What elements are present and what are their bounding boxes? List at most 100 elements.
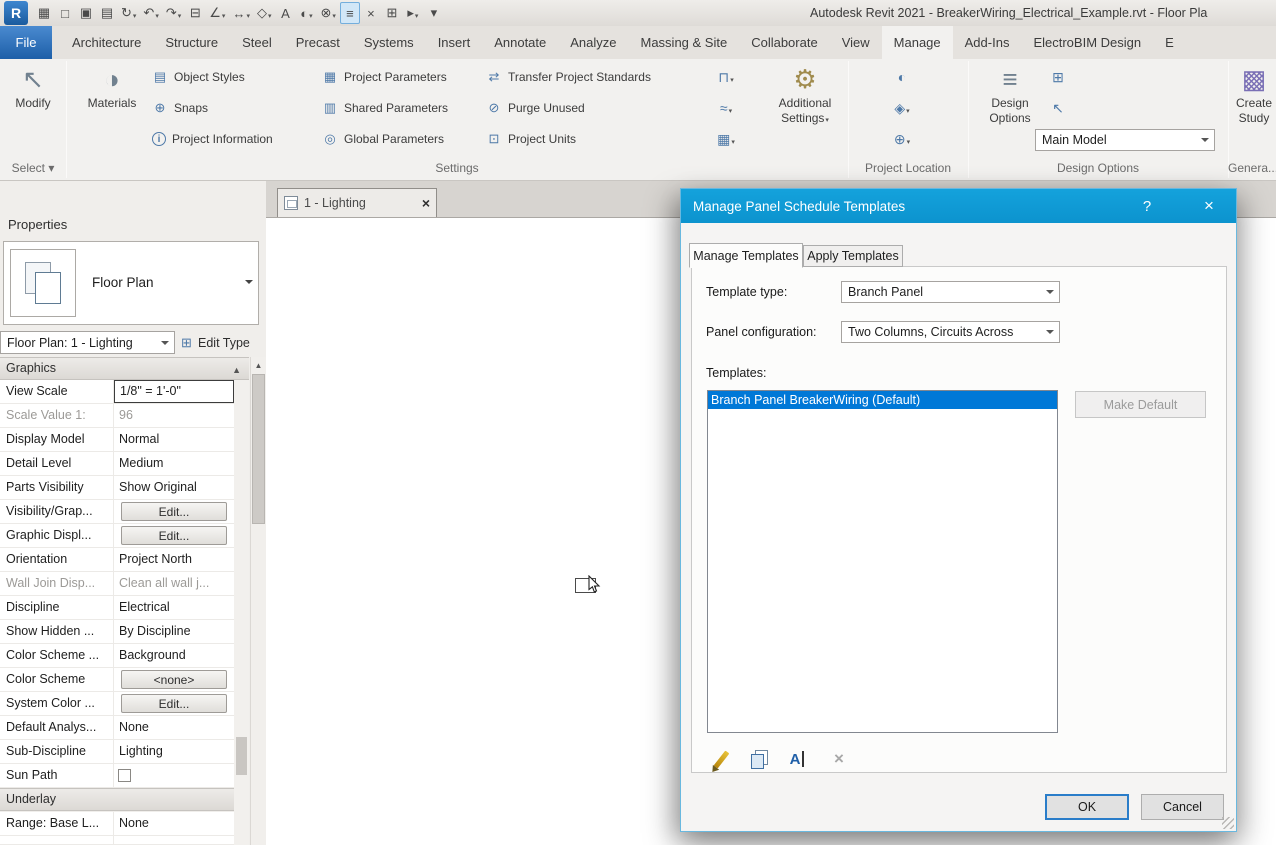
tab-manage-templates[interactable]: Manage Templates bbox=[689, 243, 803, 268]
sub-discipline-value[interactable]: Lighting bbox=[114, 740, 234, 763]
template-list-item[interactable]: Branch Panel BreakerWiring (Default) bbox=[708, 391, 1057, 409]
tab-annotate[interactable]: Annotate bbox=[482, 26, 558, 59]
location-button[interactable]: ◐ bbox=[886, 64, 918, 90]
thin-lines-icon[interactable]: ≡ bbox=[340, 2, 360, 24]
sync-icon[interactable]: ↻ bbox=[118, 2, 139, 24]
mep-settings-button[interactable]: ≈ bbox=[710, 95, 742, 121]
tag-icon[interactable]: ◇ bbox=[254, 2, 275, 24]
pick-to-edit-button[interactable]: ↖ bbox=[1042, 95, 1074, 121]
tab-architecture[interactable]: Architecture bbox=[60, 26, 153, 59]
position-button[interactable]: ⊕ bbox=[886, 126, 918, 152]
tab-structure[interactable]: Structure bbox=[153, 26, 230, 59]
panel-schedule-templates-button[interactable]: ▦ bbox=[710, 126, 742, 152]
save-icon[interactable]: ▤ bbox=[97, 2, 117, 24]
palette-scrollbar[interactable]: ▲ bbox=[250, 357, 266, 845]
section-icon[interactable]: ⊗ bbox=[317, 2, 338, 24]
select-group-label[interactable]: Select ▾ bbox=[0, 158, 66, 179]
revit-logo[interactable]: R bbox=[4, 1, 28, 25]
panel-configuration-select[interactable]: Two Columns, Circuits Across bbox=[841, 321, 1060, 343]
materials-button[interactable]: ◑ Materials bbox=[84, 63, 140, 141]
delete-template-button[interactable]: × bbox=[824, 744, 854, 774]
rename-template-button[interactable]: A bbox=[782, 744, 812, 774]
global-parameters-button[interactable]: ◎ Global Parameters bbox=[322, 127, 444, 151]
templates-listbox[interactable]: Branch Panel BreakerWiring (Default) bbox=[707, 390, 1058, 733]
text-icon[interactable]: A bbox=[275, 2, 295, 24]
show-hidden-lines-value[interactable]: By Discipline bbox=[114, 620, 234, 643]
project-information-button[interactable]: i Project Information bbox=[152, 127, 273, 151]
switch-windows-icon[interactable]: ▸ bbox=[403, 2, 423, 24]
type-selector[interactable]: Floor Plan bbox=[3, 241, 259, 325]
worksharing-display-icon[interactable]: ▦ bbox=[34, 2, 54, 24]
display-model-value[interactable]: Normal bbox=[114, 428, 234, 451]
tab-electrobim-design[interactable]: ElectroBIM Design bbox=[1021, 26, 1153, 59]
tab-systems[interactable]: Systems bbox=[352, 26, 426, 59]
visibility-graphics-edit-button[interactable]: Edit... bbox=[121, 502, 227, 521]
close-hidden-windows-icon[interactable]: × bbox=[361, 2, 381, 24]
undo-icon[interactable]: ↶ bbox=[140, 2, 161, 24]
scroll-up-icon[interactable]: ▲ bbox=[251, 357, 266, 373]
modify-button[interactable]: ↖ Modify bbox=[8, 63, 58, 141]
color-scheme-button[interactable]: <none> bbox=[121, 670, 227, 689]
help-button[interactable]: ? bbox=[1133, 189, 1161, 223]
instance-selector[interactable]: Floor Plan: 1 - Lighting bbox=[0, 331, 175, 354]
project-units-button[interactable]: ⊡ Project Units bbox=[486, 127, 576, 151]
create-study-button[interactable]: ▩ Create Study bbox=[1234, 63, 1274, 153]
active-design-option-select[interactable]: Main Model bbox=[1035, 129, 1215, 151]
discipline-value[interactable]: Electrical bbox=[114, 596, 234, 619]
table-scrollbar[interactable] bbox=[234, 380, 249, 845]
tab-manage[interactable]: Manage bbox=[882, 26, 953, 59]
resize-grip[interactable] bbox=[1222, 817, 1234, 829]
ok-button[interactable]: OK bbox=[1045, 794, 1129, 820]
cancel-button[interactable]: Cancel bbox=[1141, 794, 1224, 820]
default-3d-view-icon[interactable]: ◐ bbox=[296, 2, 316, 24]
orientation-value[interactable]: Project North bbox=[114, 548, 234, 571]
template-type-select[interactable]: Branch Panel bbox=[841, 281, 1060, 303]
shared-parameters-button[interactable]: ▥ Shared Parameters bbox=[322, 96, 448, 120]
coordinates-button[interactable]: ◈ bbox=[886, 95, 918, 121]
system-color-schemes-edit-button[interactable]: Edit... bbox=[121, 694, 227, 713]
additional-settings-button[interactable]: ⚙ Additional Settings bbox=[765, 63, 845, 153]
view-scale-value[interactable]: 1/8" = 1'-0" bbox=[114, 380, 234, 403]
scrollbar-thumb[interactable] bbox=[236, 737, 247, 775]
transfer-project-standards-button[interactable]: ⇄ Transfer Project Standards bbox=[486, 65, 651, 89]
make-default-button[interactable]: Make Default bbox=[1075, 391, 1206, 418]
object-styles-button[interactable]: ▤ Object Styles bbox=[152, 65, 245, 89]
structural-settings-button[interactable]: ⊓ bbox=[710, 64, 742, 90]
tab-insert[interactable]: Insert bbox=[426, 26, 483, 59]
close-button[interactable]: × bbox=[1192, 189, 1226, 223]
aligned-dimension-icon[interactable]: ↔ bbox=[229, 2, 253, 24]
tab-file[interactable]: File bbox=[0, 26, 52, 59]
add-to-set-button[interactable]: ⊞ bbox=[1042, 64, 1074, 90]
print-icon[interactable]: ⊟ bbox=[185, 2, 205, 24]
tab-partial[interactable]: E bbox=[1153, 26, 1186, 59]
duplicate-template-button[interactable] bbox=[744, 744, 774, 774]
color-scheme-location-value[interactable]: Background bbox=[114, 644, 234, 667]
tab-add-ins[interactable]: Add-Ins bbox=[953, 26, 1022, 59]
customize-qat-icon[interactable]: ▾ bbox=[424, 2, 444, 24]
tab-collaborate[interactable]: Collaborate bbox=[739, 26, 830, 59]
project-parameters-button[interactable]: ▦ Project Parameters bbox=[322, 65, 447, 89]
tab-precast[interactable]: Precast bbox=[284, 26, 352, 59]
tile-windows-icon[interactable]: ⊞ bbox=[382, 2, 402, 24]
graphics-section-header[interactable]: Graphics ▲ bbox=[0, 357, 249, 380]
underlay-section-header[interactable]: Underlay ▲ bbox=[0, 788, 249, 811]
design-options-button[interactable]: ≡ Design Options bbox=[982, 63, 1038, 153]
open-file-icon[interactable]: ▣ bbox=[76, 2, 96, 24]
redo-icon[interactable]: ↷ bbox=[163, 2, 184, 24]
default-analysis-display-value[interactable]: None bbox=[114, 716, 234, 739]
tab-apply-templates[interactable]: Apply Templates bbox=[803, 245, 903, 267]
sun-path-checkbox[interactable] bbox=[118, 769, 131, 782]
tab-analyze[interactable]: Analyze bbox=[558, 26, 628, 59]
close-icon[interactable]: × bbox=[422, 196, 430, 210]
purge-unused-button[interactable]: ⊘ Purge Unused bbox=[486, 96, 585, 120]
view-tab-1-lighting[interactable]: 1 - Lighting × bbox=[277, 188, 437, 217]
range-base-level-value[interactable]: None bbox=[114, 812, 234, 835]
measure-icon[interactable]: ∠ bbox=[206, 2, 228, 24]
new-file-icon[interactable]: □ bbox=[55, 2, 75, 24]
detail-level-value[interactable]: Medium bbox=[114, 452, 234, 475]
parts-visibility-value[interactable]: Show Original bbox=[114, 476, 234, 499]
edit-type-button[interactable]: ⊞ Edit Type bbox=[177, 331, 259, 354]
scrollbar-thumb[interactable] bbox=[252, 374, 265, 524]
collapse-chevron-icon[interactable]: ▲ bbox=[232, 360, 241, 381]
edit-template-button[interactable] bbox=[706, 744, 736, 774]
